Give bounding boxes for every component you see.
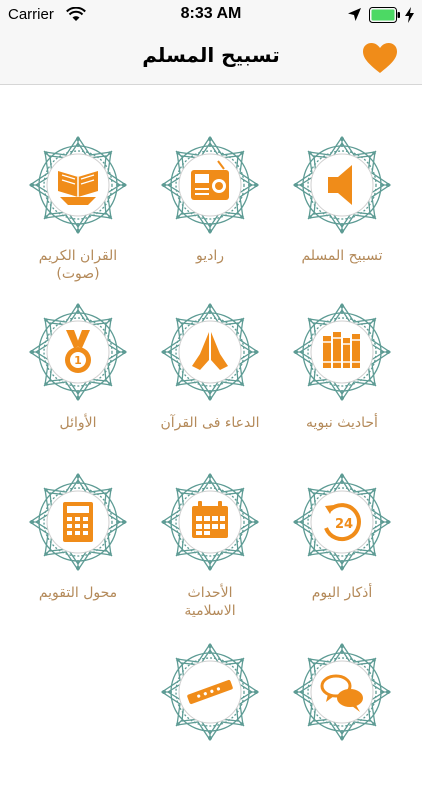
menu-item-label: راديو: [195, 248, 224, 264]
menu-item-label: أحاديث نبويه: [306, 415, 378, 431]
medal-icon: 1: [65, 330, 91, 373]
navigation-bar: تسبيح المسلم: [0, 30, 422, 85]
praying-hands-icon: [192, 332, 228, 370]
24-hours-icon: 24: [324, 503, 361, 542]
menu-item-label: الأحداث الاسلامية: [184, 585, 236, 619]
flute-icon: [187, 679, 233, 705]
status-bar: Carrier 8:33 AM: [0, 0, 422, 30]
location-arrow-icon: [348, 8, 361, 21]
charging-bolt-icon: [405, 7, 414, 23]
radio-icon: [191, 160, 229, 200]
menu-item-calendar-converter[interactable]: محول التقويم: [8, 472, 148, 637]
menu-item-label: تسبيح المسلم: [301, 248, 383, 264]
menu-item-quran-audio[interactable]: القران الكريم (صوت): [8, 135, 148, 300]
svg-text:24: 24: [335, 517, 353, 532]
quran-book-icon: [58, 171, 98, 205]
menu-item-label: محول التقويم: [38, 585, 118, 601]
favorites-heart-icon[interactable]: [362, 42, 398, 74]
books-icon: [323, 332, 360, 368]
page-title: تسبيح المسلم: [142, 43, 280, 67]
menu-item-radio[interactable]: راديو: [140, 135, 280, 300]
speaker-icon: [328, 165, 352, 205]
menu-item-label: القران الكريم (صوت): [38, 248, 118, 282]
menu-item-label: الأوائل: [59, 415, 97, 431]
svg-text:1: 1: [74, 354, 82, 367]
menu-item-label: أذكار اليوم: [311, 585, 373, 601]
menu-item-tasbih[interactable]: تسبيح المسلم: [272, 135, 412, 300]
menu-item-chat[interactable]: [272, 642, 412, 807]
calculator-icon: [63, 502, 93, 542]
menu-item-islamic-events[interactable]: الأحداث الاسلامية: [140, 472, 280, 637]
menu-item-firsts[interactable]: 1 الأوائل: [8, 302, 148, 467]
calendar-icon: [192, 501, 228, 538]
menu-item-hadith[interactable]: أحاديث نبويه: [272, 302, 412, 467]
menu-item-dua[interactable]: الدعاء فى القرآن: [140, 302, 280, 467]
menu-item-flute[interactable]: [140, 642, 280, 807]
menu-item-label: الدعاء فى القرآن: [160, 415, 260, 431]
chat-bubbles-icon: [320, 674, 363, 712]
menu-item-daily-adhkar[interactable]: 24 أذكار اليوم: [272, 472, 412, 637]
battery-icon: [369, 7, 400, 23]
